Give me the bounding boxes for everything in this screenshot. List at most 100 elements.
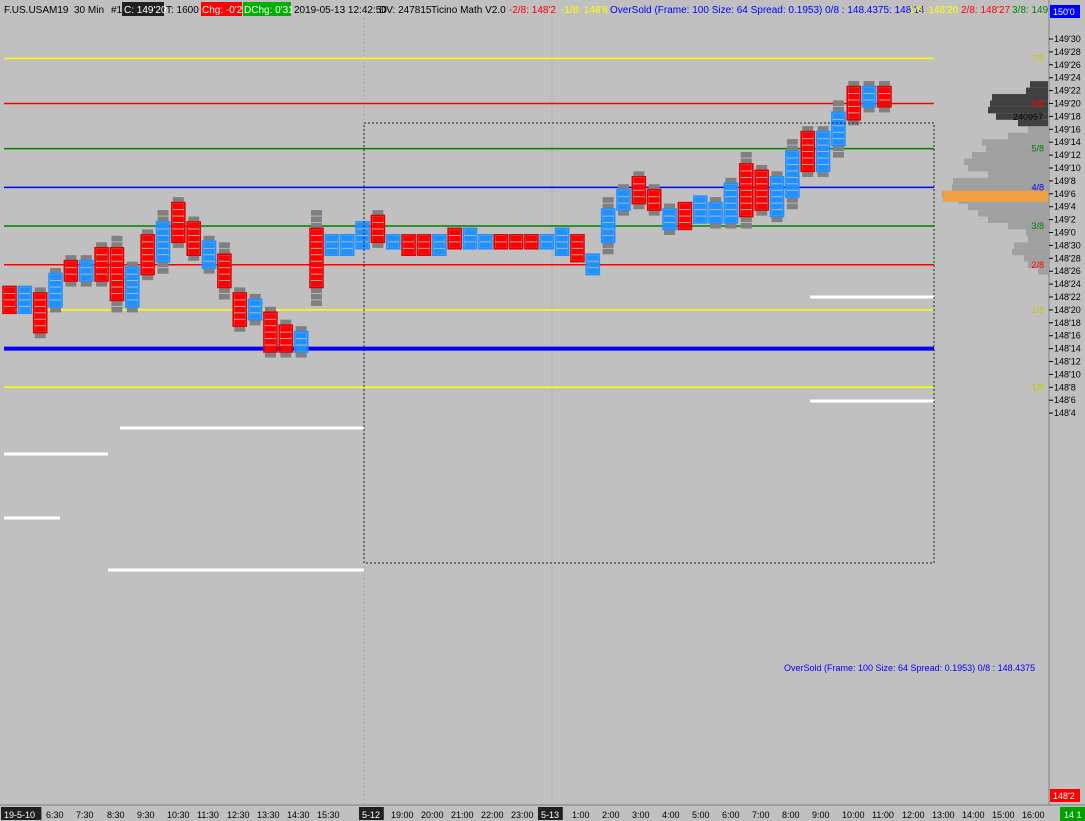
time-tick-label: 10:00: [842, 810, 865, 820]
price-block: [541, 242, 553, 248]
price-block: [648, 190, 660, 197]
price-tick-label: 149'0: [1054, 228, 1076, 238]
price-block: [249, 300, 261, 306]
price-block: [878, 87, 890, 94]
price-block: [664, 216, 676, 223]
price-block: [633, 190, 645, 197]
price-block: [142, 261, 154, 268]
price-block: [863, 106, 875, 113]
price-block: [357, 242, 369, 248]
price-tick-label: 149'4: [1054, 202, 1076, 212]
price-block: [280, 339, 292, 345]
price-block: [372, 222, 384, 229]
price-block: [341, 242, 353, 248]
time-tick-label: 2:00: [602, 810, 620, 820]
price-block: [802, 164, 814, 171]
price-block: [832, 100, 844, 106]
price-block: [464, 235, 476, 242]
price-block: [648, 197, 660, 203]
price-block: [817, 171, 829, 177]
price-block: [264, 313, 276, 319]
price-block: [556, 229, 568, 235]
price-block: [218, 287, 230, 294]
price-block: [525, 235, 537, 242]
price-block: [80, 261, 92, 268]
time-corner: 14 1: [1064, 810, 1082, 820]
price-block: [65, 268, 77, 274]
price-block: [571, 255, 583, 261]
price-block: [832, 139, 844, 145]
price-block: [802, 158, 814, 165]
price-block: [65, 274, 77, 281]
price-block: [694, 216, 706, 223]
price-tick-label: 149'18: [1054, 111, 1081, 121]
price-block: [771, 184, 783, 190]
price-block: [96, 281, 108, 287]
price-block: [311, 293, 322, 300]
time-tick-label: 7:00: [752, 810, 770, 820]
price-block: [111, 293, 123, 300]
price-block: [418, 242, 430, 248]
price-block: [34, 332, 46, 339]
price-block: [694, 197, 706, 203]
price-block: [203, 255, 215, 261]
price-block: [142, 235, 154, 242]
price-block: [80, 281, 92, 287]
time-tick-label: 23:00: [511, 810, 534, 820]
price-tick-label: 149'30: [1054, 34, 1081, 44]
time-axis[interactable]: 19-5-10 6:30 7:30 8:30 9:30 10:30 11:30 12:30 13…: [0, 804, 1085, 821]
time-tick-label: 15:00: [992, 810, 1015, 820]
price-block: [802, 171, 814, 177]
price-block: [126, 293, 138, 300]
price-tick-label: 148'6: [1054, 395, 1076, 405]
price-block: [264, 339, 276, 345]
price-block: [218, 293, 230, 300]
time-tick-label: 9:00: [812, 810, 830, 820]
price-block: [96, 255, 108, 261]
price-block: [34, 293, 46, 300]
price-block: [372, 216, 384, 223]
price-block: [234, 326, 246, 332]
price-block: [602, 235, 614, 242]
price-block: [449, 242, 461, 248]
price-block: [203, 242, 215, 248]
price-block: [786, 164, 798, 171]
time-tick-label: 19-5-10: [4, 810, 35, 820]
price-block: [817, 158, 829, 165]
time-tick-label: 22:00: [481, 810, 504, 820]
price-axis[interactable]: 149'30 149'28 149'26 149'24 149'22 149'20 149'…: [1048, 0, 1085, 805]
price-block: [111, 274, 123, 281]
price-block: [740, 216, 752, 223]
price-block: [188, 229, 200, 235]
price-block: [234, 300, 246, 306]
time-tick-label: 14:30: [287, 810, 310, 820]
price-block: [633, 177, 645, 184]
price-block: [863, 100, 875, 106]
price-tick-label: 149'10: [1054, 163, 1081, 173]
price-block: [34, 319, 46, 326]
price-block: [740, 184, 752, 190]
price-block: [725, 190, 737, 197]
level-label-5/8: 5/8: [1031, 144, 1044, 154]
price-block: [34, 326, 46, 332]
price-block: [725, 184, 737, 190]
price-block: [188, 235, 200, 242]
level-2-label: 2/8: 148'27: [961, 5, 1011, 16]
symbol-label: F.US.USAM19: [4, 5, 69, 16]
level-label-4/8: 4/8: [1031, 182, 1044, 192]
price-block: [311, 261, 322, 268]
price-tick-label: 148'26: [1054, 266, 1081, 276]
price-block: [756, 177, 768, 184]
price-block: [786, 203, 798, 210]
volume-label: 240957: [1013, 112, 1043, 122]
price-block: [111, 300, 123, 306]
price-block: [4, 287, 15, 294]
chart-canvas[interactable]: 7/8149'276/8149'205/8149'134/8149'73/814…: [0, 0, 1085, 821]
price-block: [311, 229, 322, 235]
price-block: [295, 332, 307, 339]
price-block: [295, 345, 307, 352]
price-block: [311, 210, 322, 216]
price-tick-label: 149'16: [1054, 124, 1081, 134]
volume-poc-band: [943, 190, 1048, 202]
price-block: [817, 164, 829, 171]
